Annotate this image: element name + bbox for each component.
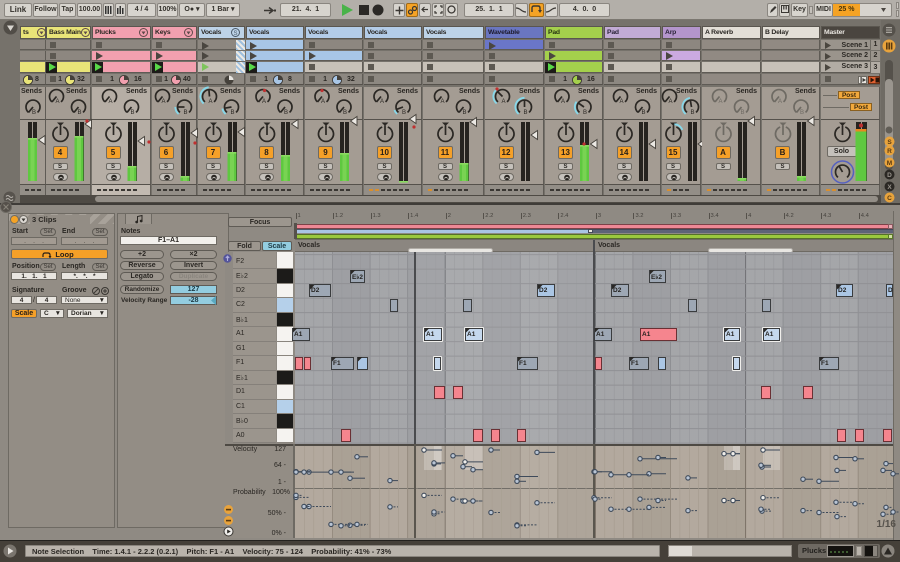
svg-text:X: X	[887, 184, 892, 191]
svg-text:R: R	[887, 148, 892, 155]
svg-text:S: S	[233, 31, 237, 37]
svg-text:D: D	[887, 172, 892, 179]
svg-text:M: M	[886, 160, 891, 167]
svg-text:C: C	[887, 195, 892, 202]
